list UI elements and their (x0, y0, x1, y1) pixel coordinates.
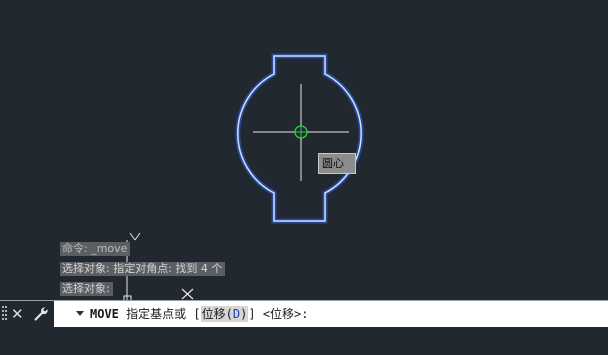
option-paren-close: ) (240, 307, 248, 321)
option-displacement[interactable]: 位移(D) (200, 306, 249, 322)
y-axis-cursor-mark (129, 232, 141, 241)
history-line-3: 选择对象: (60, 282, 113, 296)
close-icon[interactable]: ✕ (11, 304, 25, 324)
command-prompt[interactable]: MOVE 指定基点或 [位移(D)] <位移>: (90, 301, 309, 327)
default-value: <位移>: (262, 307, 309, 321)
command-name: MOVE (90, 307, 119, 321)
x-marker (181, 288, 194, 300)
open-bracket: [ (193, 307, 201, 321)
grip-handle-icon[interactable] (2, 306, 8, 322)
history-line-1: 命令: _move (60, 242, 131, 256)
wrench-icon[interactable] (33, 306, 49, 322)
dropdown-arrow-icon[interactable] (76, 311, 84, 316)
selected-shape-glow[interactable] (235, 53, 364, 224)
command-line-bar[interactable]: ✕ MOVE 指定基点或 [位移(D)] <位移>: (0, 300, 608, 327)
selected-shape[interactable] (237, 55, 362, 222)
history-line-2: 选择对象: 指定对角点: 找到 4 个 (60, 262, 226, 276)
command-line-tools: ✕ (0, 301, 54, 327)
osnap-tooltip: 圆心 (318, 153, 356, 174)
close-bracket: ] (248, 307, 256, 321)
bottom-strip (0, 327, 608, 355)
prompt-text: 指定基点或 (126, 307, 187, 321)
option-paren-open: ( (225, 307, 233, 321)
option-label: 位移 (201, 307, 226, 321)
center-osnap-marker (294, 125, 308, 139)
